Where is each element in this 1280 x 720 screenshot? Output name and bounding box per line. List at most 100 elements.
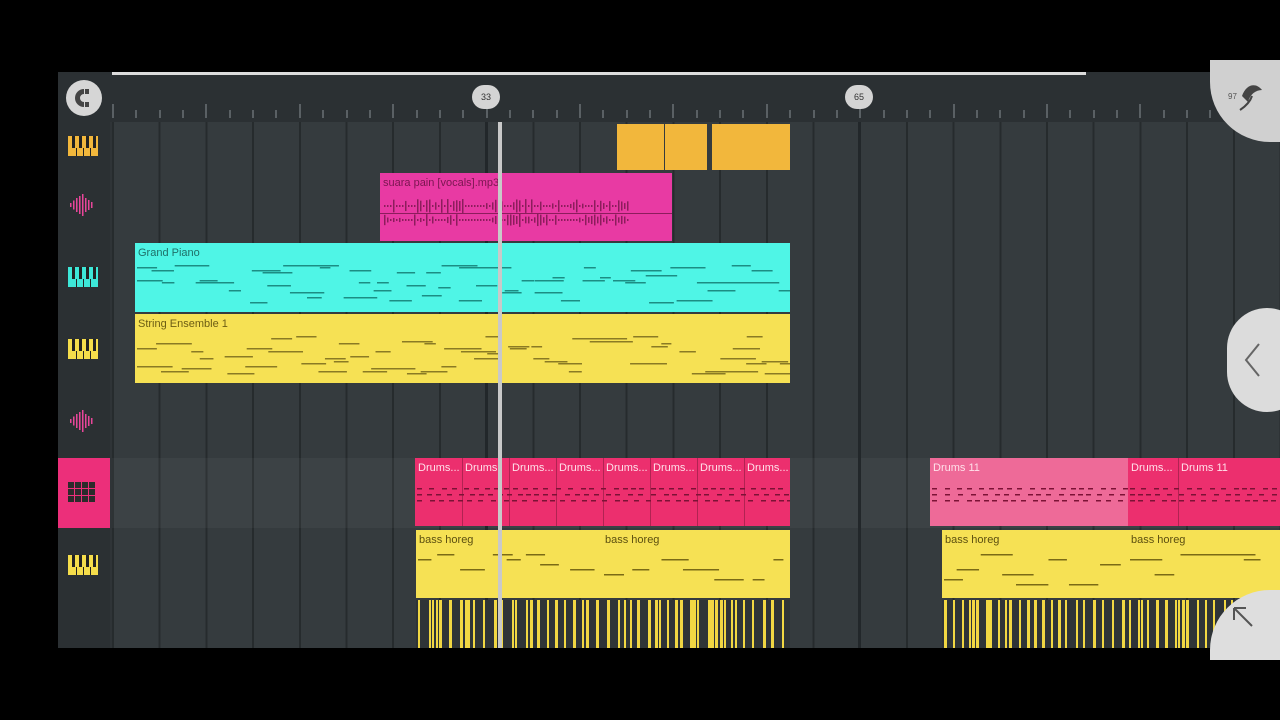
pattern-clip-bass[interactable]: bass horeg — [942, 530, 1128, 598]
piano-icon — [68, 136, 98, 156]
pattern-clip-drums[interactable]: Drums 11 — [930, 458, 1128, 526]
ruler-tick — [112, 104, 114, 118]
arrow-up-left-icon — [1233, 607, 1253, 627]
fruit-logo-icon — [1239, 85, 1262, 111]
piano-icon — [68, 555, 98, 575]
note-preview — [944, 554, 1121, 586]
ruler-tick — [158, 110, 161, 118]
ruler-tick — [345, 110, 348, 118]
snap-magnet-button[interactable] — [66, 80, 102, 116]
ruler-tick — [905, 110, 908, 118]
pattern-clip-string-ensemble[interactable]: String Ensemble 1 — [135, 314, 790, 383]
note-preview — [604, 559, 784, 581]
ruler-tick — [275, 110, 278, 118]
piano-icon — [68, 267, 98, 287]
pattern-clip-orange[interactable] — [617, 124, 664, 170]
waveform-icon — [70, 410, 93, 432]
note-preview — [418, 600, 784, 648]
ruler-tick — [719, 110, 722, 118]
track-header-1[interactable] — [58, 122, 110, 170]
side-panel-toggle[interactable] — [1227, 308, 1280, 412]
ruler-tick — [415, 110, 418, 118]
pattern-clip-orange[interactable] — [665, 124, 707, 170]
ruler-tick — [368, 110, 371, 118]
pattern-clip-bass[interactable]: bass horeg — [1128, 530, 1280, 598]
ruler-tick — [649, 110, 652, 118]
audio-clip-vocals[interactable]: suara pain [vocals].mp3 — [380, 173, 672, 241]
ruler-tick — [1022, 110, 1025, 118]
track-header-2[interactable] — [58, 170, 110, 240]
ruler-tick — [1092, 110, 1095, 118]
magnet-icon — [74, 89, 89, 107]
pattern-clip-drums[interactable]: Drums... Drums Drums... Drums... Drums... Dru… — [415, 458, 790, 526]
playhead[interactable] — [498, 122, 502, 648]
track-header-3[interactable] — [58, 242, 110, 312]
ruler-tick — [252, 110, 255, 118]
ruler-tick — [1162, 110, 1165, 118]
ruler-tick — [1186, 110, 1189, 118]
ruler-tick — [1209, 110, 1212, 118]
ruler-tick — [602, 110, 605, 118]
timeline-ruler[interactable] — [112, 102, 1280, 118]
drum-pad-icon — [68, 482, 95, 502]
track-header-4[interactable] — [58, 314, 110, 384]
pattern-clip-bass[interactable]: bass horeg — [602, 530, 790, 598]
bar-line — [858, 122, 861, 648]
waveform-graphic — [380, 199, 672, 227]
ruler-tick — [999, 110, 1002, 118]
bar-marker-33[interactable]: 33 — [472, 85, 500, 109]
note-preview — [137, 265, 790, 304]
track-header-5[interactable] — [58, 386, 110, 456]
pattern-clip-orange[interactable] — [712, 124, 790, 170]
playlist-window: 33 65 suara pain [vocals].mp3 Grand Pian… — [58, 72, 1280, 648]
ruler-tick — [1139, 104, 1142, 118]
ruler-tick — [508, 110, 511, 118]
ruler-tick — [555, 110, 558, 118]
note-preview — [1130, 488, 1277, 502]
pattern-clip-drums[interactable]: Drums... Drums 11 — [1128, 458, 1280, 526]
pattern-clip-hats[interactable] — [416, 600, 790, 648]
ruler-tick — [182, 110, 185, 118]
ruler-tick — [135, 110, 138, 118]
track-header-7[interactable] — [58, 530, 110, 600]
ruler-tick — [952, 104, 955, 118]
ruler-tick — [882, 110, 885, 118]
waveform-icon — [70, 194, 93, 216]
ruler-tick — [672, 104, 675, 118]
ruler-tick — [742, 110, 745, 118]
ruler-tick — [228, 110, 231, 118]
ruler-tick — [298, 104, 301, 118]
piano-icon — [68, 339, 98, 359]
ruler-tick — [975, 110, 978, 118]
ruler-tick — [835, 110, 838, 118]
ruler-tick — [765, 104, 768, 118]
ruler-tick — [1116, 110, 1119, 118]
note-preview — [417, 488, 790, 502]
track-header-column — [58, 122, 110, 648]
ruler-tick — [392, 104, 395, 118]
note-preview — [1130, 554, 1261, 576]
ruler-tick — [532, 110, 535, 118]
playlist-grid[interactable]: suara pain [vocals].mp3 Grand Piano Stri… — [112, 122, 1280, 648]
pattern-clip-bass[interactable]: bass horeg — [416, 530, 602, 598]
timeline-bar[interactable]: 33 65 — [58, 72, 1280, 122]
track-header-6[interactable] — [58, 458, 110, 528]
bar-marker-65[interactable]: 65 — [845, 85, 873, 109]
ruler-tick — [695, 110, 698, 118]
ruler-tick — [929, 110, 932, 118]
ruler-tick — [205, 104, 208, 118]
ruler-tick — [1069, 110, 1072, 118]
chevron-left-icon — [1244, 343, 1260, 377]
ruler-tick — [322, 110, 325, 118]
ruler-tick — [625, 110, 628, 118]
note-preview — [137, 336, 790, 375]
note-preview — [932, 488, 1128, 502]
note-preview — [418, 554, 595, 571]
ruler-tick — [438, 110, 441, 118]
ruler-tick — [789, 110, 792, 118]
ruler-tick — [579, 104, 581, 118]
ruler-tick — [812, 110, 815, 118]
ruler-tick — [462, 110, 465, 118]
song-position-bar[interactable] — [112, 72, 1086, 75]
pattern-clip-grand-piano[interactable]: Grand Piano — [135, 243, 790, 312]
